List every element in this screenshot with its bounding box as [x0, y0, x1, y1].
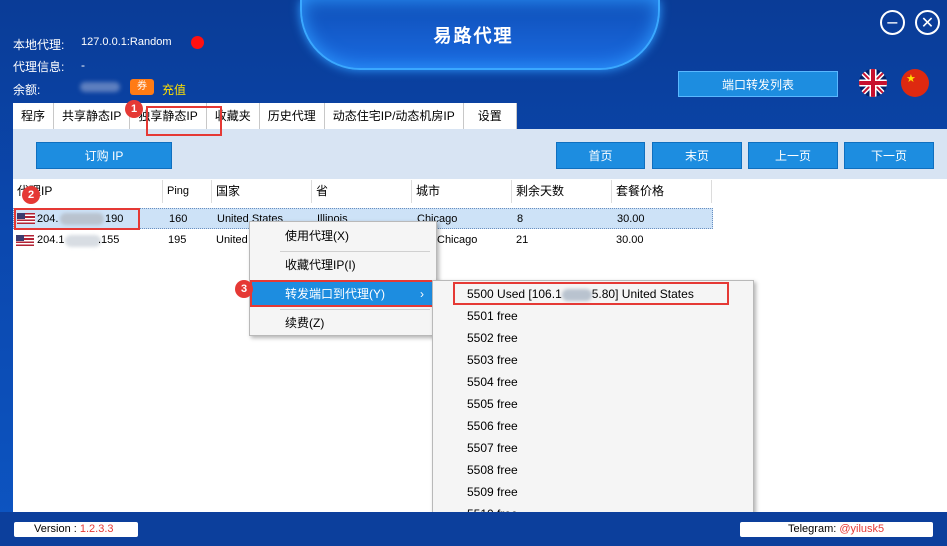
port-forward-list-button[interactable]: 端口转发列表 — [678, 71, 838, 97]
tab-shared-static-ip[interactable]: 共享静态IP — [54, 103, 131, 130]
cell-days: 21 — [516, 234, 529, 246]
tab-bar: 程序 共享静态IP 独享静态IP 收藏夹 历史代理 动态住宅IP/动态机房IP … — [13, 103, 517, 130]
ip-redacted — [65, 235, 101, 247]
cell-ip-prefix: 204.1 — [37, 234, 65, 246]
highlight-port-box — [453, 282, 729, 305]
context-menu: 使用代理(X) 收藏代理IP(I) 转发端口到代理(Y) › 续费(Z) — [249, 221, 437, 336]
col-header-ping[interactable]: Ping — [163, 180, 212, 203]
local-proxy-label: 本地代理: — [13, 38, 65, 52]
step-badge-3: 3 — [235, 280, 253, 298]
status-bar: Version : 1.2.3.3 Telegram: @yilusk5 — [0, 512, 947, 546]
proxy-info-row: 代理信息: - — [13, 58, 85, 75]
cell-ip-suffix: .155 — [98, 234, 120, 246]
version-value: 1.2.3.3 — [79, 523, 114, 535]
version-label: Version : — [34, 523, 80, 535]
prev-page-button[interactable]: 上一页 — [748, 142, 838, 169]
port-item-free[interactable]: 5503 free — [433, 349, 753, 371]
us-flag-icon — [16, 235, 34, 246]
cell-city: Chicago — [437, 234, 478, 246]
china-flag-icon[interactable]: ★ — [901, 69, 929, 97]
toolbar: 订购 IP 首页 末页 上一页 下一页 — [13, 129, 947, 179]
version-pill: Version : 1.2.3.3 — [14, 522, 138, 537]
cell-price: 30.00 — [617, 213, 645, 225]
balance-label: 余额: — [13, 83, 41, 97]
order-ip-button[interactable]: 订购 IP — [36, 142, 172, 169]
port-item-free[interactable]: 5502 free — [433, 327, 753, 349]
port-item-free[interactable]: 5501 free — [433, 305, 753, 327]
port-item-free[interactable]: 5508 free — [433, 459, 753, 481]
recharge-link[interactable]: 充值 — [162, 81, 186, 98]
tab-dynamic-ip[interactable]: 动态住宅IP/动态机房IP — [324, 103, 464, 130]
step-badge-1: 1 — [125, 100, 143, 118]
status-dot-icon — [191, 36, 204, 49]
balance-row: 余额: — [13, 81, 40, 98]
highlight-menu-box — [250, 280, 436, 307]
telegram-value[interactable]: @yilusk5 — [839, 523, 884, 535]
local-proxy-value: 127.0.0.1:Random — [81, 36, 172, 48]
telegram-label: Telegram: — [788, 523, 840, 535]
ticket-icon: 券 — [130, 79, 154, 95]
app-window: 易路代理 − ✕ 本地代理: 127.0.0.1:Random 代理信息: - … — [0, 0, 947, 546]
menu-item-favorite-ip[interactable]: 收藏代理IP(I) — [250, 252, 436, 278]
local-proxy-row: 本地代理: 127.0.0.1:Random — [13, 36, 172, 53]
cell-price: 30.00 — [616, 234, 644, 246]
port-submenu: 5500 Used [106.1 5.80] United States 5501… — [432, 280, 754, 526]
col-header-price[interactable]: 套餐价格 — [612, 180, 712, 203]
tab-history[interactable]: 历史代理 — [259, 103, 325, 130]
col-header-days[interactable]: 剩余天数 — [512, 180, 612, 203]
port-item-free[interactable]: 5506 free — [433, 415, 753, 437]
minimize-icon[interactable]: − — [880, 10, 905, 35]
proxy-info-label: 代理信息: — [13, 60, 65, 74]
col-header-country[interactable]: 国家 — [212, 180, 312, 203]
telegram-pill: Telegram: @yilusk5 — [740, 522, 933, 537]
port-item-free[interactable]: 5507 free — [433, 437, 753, 459]
menu-item-use-proxy[interactable]: 使用代理(X) — [250, 223, 436, 249]
tab-settings[interactable]: 设置 — [463, 103, 517, 130]
first-page-button[interactable]: 首页 — [556, 142, 645, 169]
cell-ping: 195 — [168, 234, 187, 246]
cell-country: United States — [216, 234, 250, 246]
port-item-free[interactable]: 5509 free — [433, 481, 753, 503]
col-header-city[interactable]: 城市 — [412, 180, 512, 203]
balance-value-redacted — [80, 82, 120, 92]
close-icon[interactable]: ✕ — [915, 10, 940, 35]
highlight-row-box — [14, 208, 140, 230]
port-item-free[interactable]: 5504 free — [433, 371, 753, 393]
cell-ping: 160 — [169, 213, 188, 225]
step-badge-2: 2 — [22, 186, 40, 204]
tab-program[interactable]: 程序 — [13, 103, 55, 130]
uk-flag-icon[interactable] — [859, 69, 887, 97]
col-header-province[interactable]: 省 — [312, 180, 412, 203]
menu-item-renew[interactable]: 续费(Z) — [250, 310, 436, 336]
last-page-button[interactable]: 末页 — [652, 142, 742, 169]
proxy-info-value: - — [81, 58, 85, 72]
next-page-button[interactable]: 下一页 — [844, 142, 934, 169]
cell-days: 8 — [517, 213, 524, 225]
highlight-tab-box — [146, 106, 222, 136]
port-item-free[interactable]: 5505 free — [433, 393, 753, 415]
